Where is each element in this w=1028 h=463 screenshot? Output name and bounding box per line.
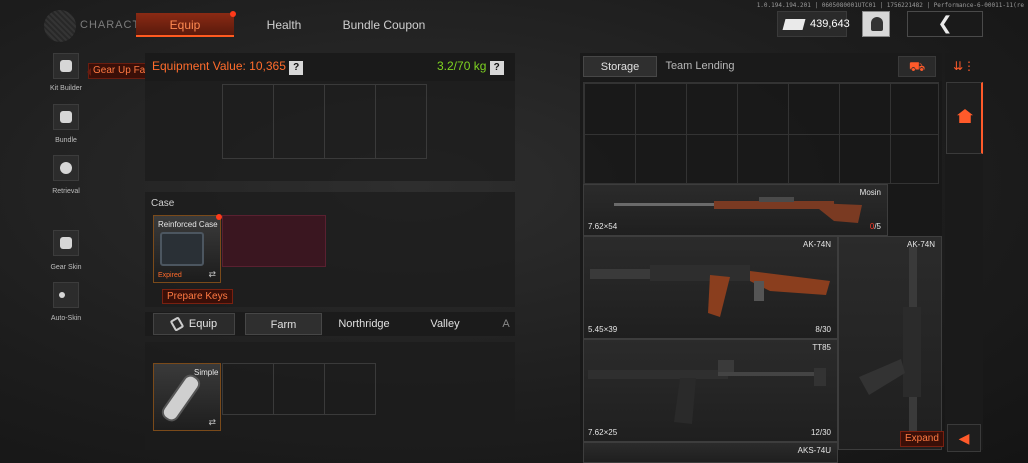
equipment-slot-grid[interactable] [222, 84, 427, 159]
helmet-icon [60, 60, 72, 72]
weapon-ammo-count: 0/5 [870, 222, 881, 231]
notification-dot-icon [230, 11, 236, 17]
ak74n-rifle-icon [590, 265, 830, 317]
weapon-name: TT85 [812, 343, 831, 352]
weapon-ammo: 5.45×39 [588, 325, 618, 334]
gear-skin-label: Gear Skin [50, 264, 82, 271]
weapon-aks74u[interactable]: AKS-74U [583, 442, 838, 463]
case-slot-grid[interactable] [222, 215, 326, 267]
prepare-keys-button[interactable]: Prepare Keys [162, 289, 233, 304]
mosin-rifle-icon [614, 197, 862, 223]
mag-capacity: /5 [874, 222, 881, 231]
auto-skin-label: Auto-Skin [50, 315, 82, 322]
layout-grid-icon[interactable]: ⇊⋮ [950, 56, 978, 76]
weapon-ak74n[interactable]: AK-74N 5.45×39 8/30 [583, 236, 838, 339]
home-storage-button[interactable] [946, 82, 983, 154]
currency-display[interactable]: 439,643 [777, 11, 850, 37]
tab-northridge[interactable]: Northridge [326, 313, 402, 335]
cash-icon [782, 19, 806, 30]
weapon-name: AK-74N [802, 240, 831, 249]
tab-equip-label: Equip [169, 18, 201, 32]
help-icon[interactable]: ? [289, 61, 304, 75]
carry-weight-text: 3.2/70 kg [437, 59, 487, 73]
key-equip-button[interactable]: Equip [153, 313, 235, 335]
tab-health[interactable]: Health [248, 13, 320, 37]
key-item-name: Simple [194, 368, 219, 377]
weapon-ammo-count: 12/30 [810, 428, 831, 437]
equipment-value-text: Equipment Value: 10,365 [152, 59, 286, 73]
retrieval-button[interactable] [53, 155, 79, 181]
build-info: 1.0.194.194.201 | 0605080001UTC01 | 1756… [756, 2, 1024, 9]
simple-keychain-item[interactable]: Simple ⇄ [153, 363, 221, 431]
kit-builder-label: Kit Builder [50, 85, 82, 92]
character-logo-icon [44, 10, 76, 42]
back-arrow-icon: ❮ [937, 13, 953, 33]
case-status: Expired [158, 272, 182, 279]
tab-team-lending[interactable]: Team Lending [660, 56, 740, 77]
reinforced-case-item[interactable]: Reinforced Case Expired ⇄ [153, 214, 222, 283]
bundle-button[interactable] [53, 104, 79, 130]
case-item-name: Reinforced Case [158, 220, 218, 229]
key-slot-grid[interactable] [222, 363, 376, 415]
profile-avatar[interactable] [862, 11, 890, 37]
gift-icon [60, 111, 72, 123]
expand-button[interactable]: Expand [900, 431, 944, 447]
weapon-name: AKS-74U [797, 446, 831, 455]
currency-amount: 439,643 [810, 18, 850, 30]
tab-bundle-coupon[interactable]: Bundle Coupon [335, 13, 433, 37]
gear-skin-button[interactable] [53, 230, 79, 256]
weapon-mosin[interactable]: Mosin 7.62×54 0/5 [583, 184, 888, 236]
tab-storage[interactable]: Storage [583, 56, 657, 77]
storage-empty-grid[interactable] [583, 82, 939, 184]
weapon-ammo-count: 8/30 [815, 325, 831, 334]
case-section-label: Case [151, 198, 175, 209]
sort-cart-icon[interactable]: ⛟ [898, 56, 936, 77]
collapse-arrow-icon[interactable]: ◀ [947, 424, 981, 452]
kit-builder-button[interactable] [53, 53, 79, 79]
case-icon [160, 232, 204, 266]
toggle-knob-icon [59, 292, 65, 298]
skin-helmet-icon [60, 237, 72, 249]
weapon-ammo: 7.62×25 [588, 428, 618, 437]
carry-weight: 3.2/70 kg ? [437, 59, 504, 75]
swap-icon[interactable]: ⇄ [208, 269, 216, 280]
keychain-icon [158, 371, 204, 425]
tab-valley[interactable]: Valley [412, 313, 478, 335]
weapon-ak74n-vertical[interactable]: AK-74N [838, 236, 942, 450]
weapon-name: AK-74N [906, 240, 935, 249]
operator-icon [871, 17, 883, 31]
swap-icon[interactable]: ⇄ [208, 417, 216, 428]
back-button[interactable]: ❮ [907, 11, 983, 37]
tab-equip[interactable]: Equip [136, 11, 236, 37]
retrieval-label: Retrieval [52, 188, 80, 195]
weight-help-icon[interactable]: ? [489, 61, 504, 75]
home-icon [957, 109, 973, 123]
tab-more[interactable]: A [500, 313, 512, 335]
weapon-ammo: 7.62×54 [588, 222, 618, 231]
tt85-smg-icon [588, 360, 826, 424]
bundle-label: Bundle [55, 137, 77, 144]
tab-farm[interactable]: Farm [245, 313, 322, 335]
ak74n-vertical-icon [859, 247, 921, 447]
weapon-tt85[interactable]: TT85 7.62×25 12/30 [583, 339, 838, 442]
auto-skin-toggle[interactable] [53, 282, 79, 308]
weapon-name: Mosin [859, 188, 881, 197]
retrieval-icon [60, 162, 72, 174]
equipment-value: Equipment Value: 10,365 ? [152, 59, 304, 75]
